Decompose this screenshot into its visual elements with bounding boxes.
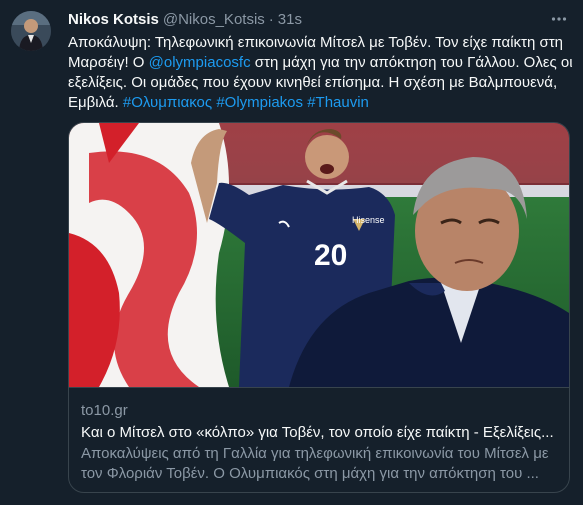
card-title[interactable]: Και ο Μίτσελ στο «κόλπο» για Τοβέν, τον … xyxy=(81,424,559,441)
hashtag-link[interactable]: #Olympiakos xyxy=(216,94,303,111)
timestamp[interactable]: 31s xyxy=(278,11,302,28)
author-handle[interactable]: @Nikos_Kotsis xyxy=(163,11,265,28)
separator-dot: · xyxy=(268,10,274,28)
avatar[interactable] xyxy=(11,11,51,51)
mention-link[interactable]: @olympiacosfc xyxy=(149,54,251,71)
card-image[interactable]: 20 Hisense xyxy=(69,123,569,387)
more-icon[interactable] xyxy=(549,10,569,28)
author-name[interactable]: Nikos Kotsis xyxy=(68,11,159,28)
card-description: Αποκαλύψεις από τη Γαλλία για τηλεφωνική… xyxy=(81,445,549,482)
card-domain: to10.gr xyxy=(81,402,128,419)
link-card[interactable]: 20 Hisense to10.gr Και ο Μίτσελ στο «κόλ… xyxy=(68,122,570,493)
tweet[interactable]: Nikos Kotsis @Nikos_Kotsis · 31s Αποκάλυ… xyxy=(0,0,583,505)
tweet-header: Nikos Kotsis @Nikos_Kotsis · 31s xyxy=(68,9,563,29)
hashtag-link[interactable]: #Thauvin xyxy=(307,94,369,111)
sponsor-text: Hisense xyxy=(352,215,385,225)
avatar-photo xyxy=(11,11,51,51)
card-info[interactable]: to10.gr Και ο Μίτσελ στο «κόλπο» για Τοβ… xyxy=(69,387,569,492)
tweet-text: Αποκάλυψη: Τηλεφωνική επικοινωνία Μίτσελ… xyxy=(68,33,573,113)
more-horizontal-icon xyxy=(551,17,567,21)
hashtag-link[interactable]: #Ολυμπιακος xyxy=(123,94,212,111)
jersey-number: 20 xyxy=(314,239,347,272)
